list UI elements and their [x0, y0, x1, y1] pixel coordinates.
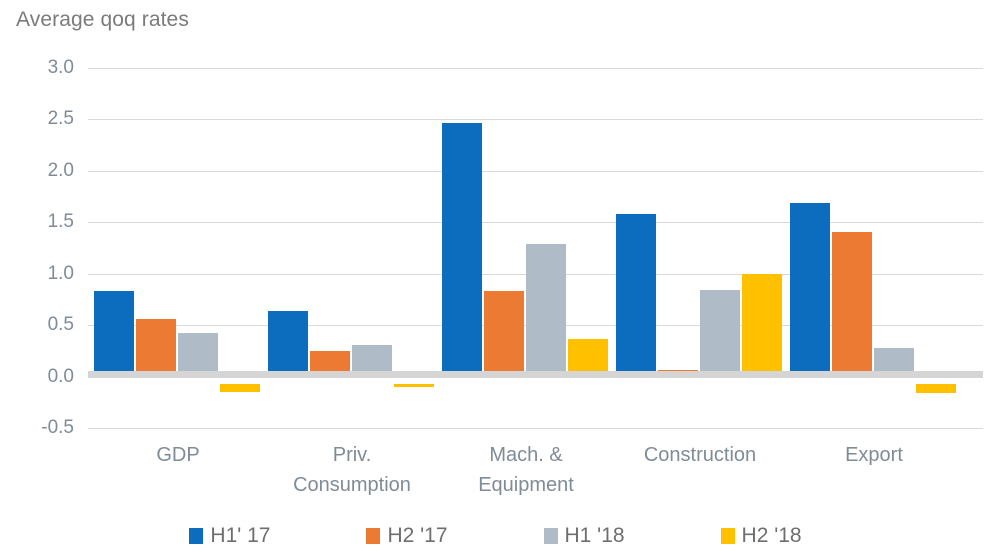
bar[interactable]	[832, 231, 872, 377]
x-axis-category-label: Export	[845, 444, 903, 466]
zero-baseline	[88, 371, 983, 378]
legend-swatch-icon	[189, 528, 204, 544]
legend-item[interactable]: H2 '17	[366, 524, 448, 548]
chart-title: Average qoq rates	[16, 8, 189, 31]
legend-label: H1' 17	[210, 524, 271, 547]
bar[interactable]	[136, 318, 176, 377]
legend-label: H2 '18	[741, 524, 802, 547]
bar[interactable]	[394, 383, 434, 387]
bar[interactable]	[526, 243, 566, 377]
y-axis-tick-label: 2.0	[47, 159, 74, 181]
legend-label: H1 '18	[564, 524, 625, 547]
bar-chart: Average qoq rates 3.0 2.5 2.0 1.5 1.0 0.5 0.0 -…	[0, 0, 991, 559]
legend-label: H2 '17	[387, 524, 448, 547]
bar[interactable]	[916, 383, 956, 393]
bar[interactable]	[220, 383, 260, 392]
legend-item[interactable]: H2 '18	[720, 524, 802, 548]
y-axis-tick-label: 1.0	[47, 262, 74, 284]
legend-item[interactable]: H1 '18	[543, 524, 625, 548]
y-axis-tick-label: 0.5	[47, 314, 74, 336]
y-axis-tick-label: 2.5	[47, 108, 74, 130]
bar[interactable]	[742, 273, 782, 377]
bar[interactable]	[94, 291, 134, 377]
legend-item[interactable]: H1' 17	[189, 524, 270, 548]
bar[interactable]	[700, 290, 740, 377]
bar[interactable]	[268, 310, 308, 377]
bar[interactable]	[484, 291, 524, 377]
gridline	[88, 428, 983, 429]
y-axis-tick-label: 3.0	[47, 57, 74, 78]
bar[interactable]	[790, 202, 830, 377]
legend-swatch-icon	[720, 528, 735, 544]
y-axis-tick-label: -0.5	[41, 417, 74, 438]
bar[interactable]	[442, 122, 482, 377]
legend-swatch-icon	[366, 528, 381, 544]
bar[interactable]	[616, 214, 656, 377]
y-axis-tick-label: 1.5	[47, 211, 74, 233]
y-axis-tick-label: 0.0	[47, 365, 74, 387]
chart-legend: H1' 17 H2 '17 H1 '18 H2 '18	[0, 519, 991, 553]
y-axis: 3.0 2.5 2.0 1.5 1.0 0.5 0.0 -0.5	[0, 57, 74, 438]
legend-swatch-icon	[543, 528, 558, 544]
